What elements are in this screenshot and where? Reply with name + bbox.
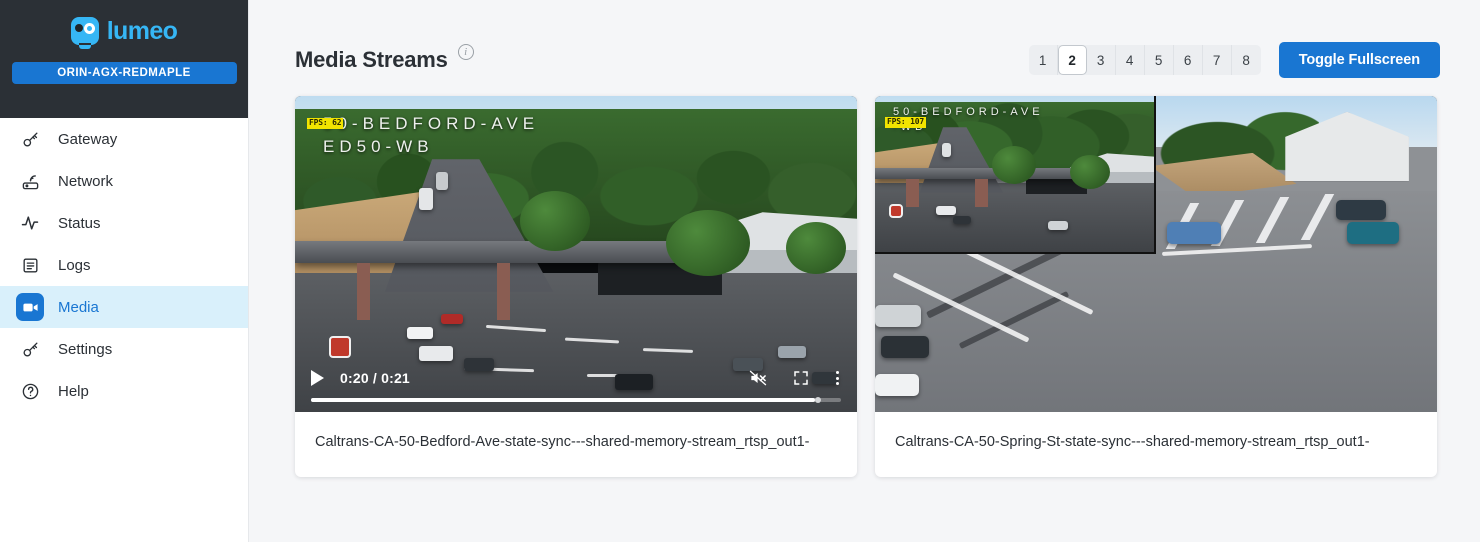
sidebar-item-network[interactable]: Network (0, 160, 248, 202)
main-content: Media Streams i 1 2 3 4 5 6 7 8 Toggle F… (249, 0, 1480, 542)
camera-overlay-line1: 50-BEDFORD-AVE (323, 114, 540, 133)
stream-caption: Caltrans-CA-50-Spring-St-state-sync---sh… (895, 434, 1370, 450)
page-button-6[interactable]: 6 (1174, 45, 1203, 75)
page-button-4[interactable]: 4 (1116, 45, 1145, 75)
media-stream-card: FPS: 62 50-BEDFORD-AVE ED50-WB 0:20 / 0:… (295, 96, 857, 478)
sidebar: lumeo ORIN-AGX-REDMAPLE Gateway Network … (0, 0, 249, 542)
sidebar-item-settings[interactable]: Settings (0, 328, 248, 370)
camera-scene (875, 96, 1437, 412)
lumeo-logo-icon (70, 17, 99, 49)
video-camera-icon (16, 293, 44, 321)
page-button-5[interactable]: 5 (1145, 45, 1174, 75)
page-title: Media Streams (295, 47, 448, 72)
sidebar-item-label: Network (58, 172, 114, 190)
header-actions: 1 2 3 4 5 6 7 8 Toggle Fullscreen (1028, 42, 1440, 78)
pagination: 1 2 3 4 5 6 7 8 (1028, 45, 1261, 75)
sidebar-item-logs[interactable]: Logs (0, 244, 248, 286)
sidebar-item-label: Settings (58, 340, 113, 358)
sidebar-item-media[interactable]: Media (0, 286, 248, 328)
sidebar-nav: Gateway Network Status Logs Media Settin… (0, 118, 248, 542)
pulse-activity-icon (16, 209, 44, 237)
volume-muted-icon[interactable] (748, 368, 768, 388)
router-wifi-icon (16, 167, 44, 195)
page-button-3[interactable]: 3 (1087, 45, 1116, 75)
page-button-2[interactable]: 2 (1057, 45, 1087, 75)
question-circle-icon (16, 377, 44, 405)
sidebar-item-label: Gateway (58, 130, 118, 148)
fps-badge: FPS: 62 (307, 118, 344, 129)
document-lines-icon (16, 251, 44, 279)
brand-name: lumeo (106, 16, 178, 45)
page-button-8[interactable]: 8 (1232, 45, 1261, 75)
sidebar-header: lumeo ORIN-AGX-REDMAPLE (0, 0, 248, 118)
player-controls: 0:20 / 0:21 (295, 362, 857, 412)
sidebar-item-label: Status (58, 214, 101, 232)
sidebar-item-help[interactable]: Help (0, 370, 248, 412)
page-button-1[interactable]: 1 (1029, 45, 1058, 75)
expand-icon[interactable] (792, 369, 810, 387)
key-icon (16, 125, 44, 153)
toggle-fullscreen-button[interactable]: Toggle Fullscreen (1278, 42, 1440, 78)
media-stream-grid: FPS: 62 50-BEDFORD-AVE ED50-WB 0:20 / 0:… (295, 96, 1440, 478)
info-circle-icon[interactable]: i (457, 44, 474, 60)
brand-logo[interactable]: lumeo (70, 14, 178, 49)
progress-bar[interactable] (311, 397, 841, 403)
video-player[interactable]: 50-BEDFORD-AVE -WB FPS: 107 (875, 96, 1437, 412)
sidebar-item-label: Logs (58, 256, 91, 274)
sidebar-item-gateway[interactable]: Gateway (0, 118, 248, 160)
page-header: Media Streams i 1 2 3 4 5 6 7 8 Toggle F… (295, 38, 1440, 82)
page-button-7[interactable]: 7 (1203, 45, 1232, 75)
sidebar-item-label: Help (58, 382, 89, 400)
media-stream-card: 50-BEDFORD-AVE -WB FPS: 107 Caltrans-CA-… (875, 96, 1437, 478)
app-root: lumeo ORIN-AGX-REDMAPLE Gateway Network … (0, 0, 1480, 542)
more-vertical-icon[interactable] (834, 371, 841, 385)
sidebar-item-status[interactable]: Status (0, 202, 248, 244)
video-player[interactable]: FPS: 62 50-BEDFORD-AVE ED50-WB 0:20 / 0:… (295, 96, 857, 412)
stream-caption: Caltrans-CA-50-Bedford-Ave-state-sync---… (315, 434, 810, 450)
camera-overlay-text: 50-BEDFORD-AVE ED50-WB (323, 113, 539, 159)
fps-badge: FPS: 107 (885, 117, 926, 128)
player-time: 0:20 / 0:21 (340, 370, 410, 386)
sidebar-item-label: Media (58, 298, 99, 316)
camera-overlay-line2: ED50-WB (323, 136, 434, 156)
play-icon[interactable] (311, 370, 324, 386)
device-badge[interactable]: ORIN-AGX-REDMAPLE (11, 62, 237, 84)
key-icon (16, 335, 44, 363)
